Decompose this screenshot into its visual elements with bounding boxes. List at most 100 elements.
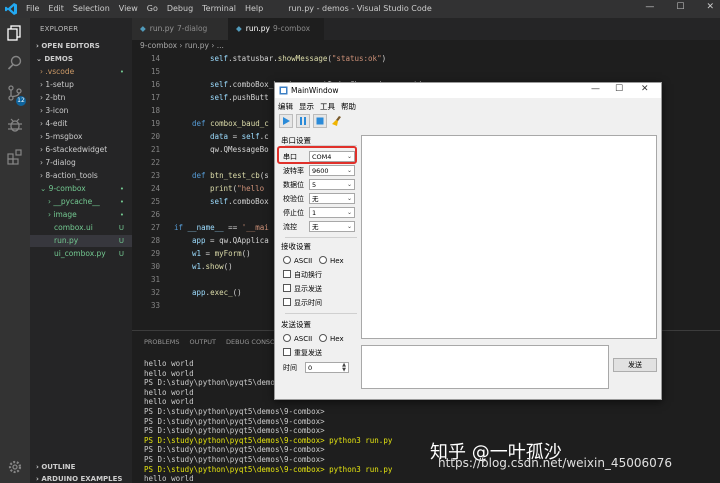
recv-hex-radio[interactable]: Hex [319, 256, 344, 265]
baud-row: 波特率 9600 ⌄ [283, 165, 357, 177]
tree-item-2-btn[interactable]: › 2-btn [30, 92, 132, 104]
tree-item-3-icon[interactable]: › 3-icon [30, 105, 132, 117]
baud-label: 波特率 [283, 167, 304, 175]
databits-select[interactable]: 5 ⌄ [309, 179, 355, 190]
minimize-icon[interactable]: — [645, 2, 654, 12]
time-spinbox[interactable]: 0 ▲ ▼ [305, 362, 349, 373]
settings-panel: 串口设置 串口 COM4 ⌄ 波特率 9600 ⌄ 数据位 5 ⌄ 校验位 无 ⌄ 停止… [279, 133, 357, 395]
tree-item-6-stackedwidget[interactable]: › 6-stackedwidget [30, 144, 132, 156]
auto-wrap-checkbox[interactable]: 自动换行 [283, 270, 322, 280]
tab-problems[interactable]: PROBLEMS [144, 338, 179, 346]
recv-settings-title: 接收设置 [281, 242, 311, 251]
stopbits-row: 停止位 1 ⌄ [283, 207, 357, 219]
activity-bar: 12 [0, 18, 30, 483]
send-settings-title: 发送设置 [281, 320, 311, 329]
play-button[interactable] [279, 114, 293, 128]
tree-item-7-dialog[interactable]: › 7-dialog [30, 157, 132, 169]
flow-select[interactable]: 无 ⌄ [309, 221, 355, 232]
tree-item-9-combox[interactable]: ⌄ 9-combox • [30, 183, 132, 195]
receive-textarea[interactable] [361, 135, 657, 339]
gear-icon[interactable] [6, 458, 24, 476]
qt-main-window: MainWindow — ☐ ✕ 编辑 显示 工具 帮助 串口设置 串口 COM… [274, 82, 662, 400]
databits-label: 数据位 [283, 181, 304, 189]
terminal-line: PS D:\study\python\pyqt5\demos\9-combox> [144, 406, 325, 416]
time-label: 时间 [283, 364, 297, 372]
vscode-titlebar: File Edit Selection View Go Debug Termin… [0, 0, 720, 18]
send-textarea[interactable] [361, 345, 609, 389]
stopbits-select[interactable]: 1 ⌄ [309, 207, 355, 218]
window-title: run.py - demos - Visual Studio Code [288, 4, 432, 13]
chevron-down-icon: ⌄ [346, 209, 352, 216]
open-editors-label: OPEN EDITORS [41, 42, 100, 50]
chevron-down-icon: ⌄ [346, 195, 352, 202]
terminal-line: PS D:\study\python\pyqt5\demos\9-combox>… [144, 464, 393, 474]
demos-section[interactable]: ⌄ DEMOS [30, 53, 132, 65]
editor-tabs: ◆ run.py 7-dialog ◆ run.py 9-combox [132, 18, 720, 40]
broom-icon [332, 116, 341, 126]
explorer-sidebar: EXPLORER › OPEN EDITORS ⌄ DEMOS › .vscod… [30, 18, 132, 483]
show-send-checkbox[interactable]: 显示发送 [283, 284, 322, 294]
flow-row: 流控 无 ⌄ [283, 221, 357, 233]
explorer-icon[interactable] [6, 24, 24, 42]
arduino-examples-section[interactable]: › ARDUINO EXAMPLES [30, 473, 132, 483]
chevron-right-icon: › [36, 42, 39, 50]
send-ascii-radio[interactable]: ASCII [283, 334, 312, 343]
parity-select[interactable]: 无 ⌄ [309, 193, 355, 204]
tree-item-1-setup[interactable]: › 1-setup [30, 79, 132, 91]
tree-item-image[interactable]: › image • [30, 209, 132, 221]
extensions-icon[interactable] [6, 148, 24, 166]
chevron-down-icon: ⌄ [36, 55, 42, 63]
outline-section[interactable]: › OUTLINE [30, 461, 132, 473]
tab-run-py-7-dialog[interactable]: ◆ run.py 7-dialog [132, 18, 228, 40]
flow-label: 流控 [283, 223, 297, 231]
qt-menu-edit[interactable]: 编辑 [278, 101, 293, 112]
tree-item-4-edit[interactable]: › 4-edit [30, 118, 132, 130]
qt-menu-help[interactable]: 帮助 [341, 101, 356, 112]
tree-item-combox-ui[interactable]: combox.ui U [30, 222, 132, 234]
show-time-checkbox[interactable]: 显示时间 [283, 298, 322, 308]
divider [285, 237, 357, 238]
chevron-down-icon: ⌄ [346, 167, 352, 174]
tree-item-ui-combox-py[interactable]: ui_combox.py U [30, 248, 132, 260]
tree-item-8-action-tools[interactable]: › 8-action_tools [30, 170, 132, 182]
play-icon [283, 117, 290, 125]
tab-output[interactable]: OUTPUT [189, 338, 216, 346]
search-icon[interactable] [6, 54, 24, 72]
watermark-url: https://blog.csdn.net/weixin_45006076 [438, 456, 673, 470]
demos-label: DEMOS [44, 55, 73, 63]
clear-button[interactable] [330, 114, 344, 128]
python-file-icon: ◆ [236, 24, 242, 33]
qt-menu-view[interactable]: 显示 [299, 101, 314, 112]
highlight-box [277, 146, 357, 164]
pause-icon [300, 117, 306, 125]
tree-item-vscode[interactable]: › .vscode • [30, 66, 132, 78]
qt-menu-tools[interactable]: 工具 [320, 101, 335, 112]
tab-debug-console[interactable]: DEBUG CONSO [226, 338, 275, 346]
qt-maximize-icon[interactable]: ☐ [615, 84, 623, 94]
baud-select[interactable]: 9600 ⌄ [309, 165, 355, 176]
tab-run-py-9-combox[interactable]: ◆ run.py 9-combox [228, 18, 324, 40]
breadcrumb[interactable]: 9-combox › run.py › ... [140, 41, 224, 50]
qt-minimize-icon[interactable]: — [591, 84, 600, 94]
tree-item-5-msgbox[interactable]: › 5-msgbox [30, 131, 132, 143]
window-controls: — ☐ ✕ [645, 2, 714, 12]
source-control-badge: 12 [16, 96, 26, 106]
recv-ascii-radio[interactable]: ASCII [283, 256, 312, 265]
close-icon[interactable]: ✕ [706, 2, 714, 12]
chevron-down-icon: ⌄ [346, 223, 352, 230]
terminal-line: PS D:\study\python\pyqt5\demos\9-combox> [144, 426, 325, 436]
repeat-send-checkbox[interactable]: 重复发送 [283, 348, 322, 358]
stopbits-label: 停止位 [283, 209, 304, 217]
qt-close-icon[interactable]: ✕ [641, 84, 649, 94]
send-button[interactable]: 发送 [613, 358, 657, 372]
tree-item-run-py[interactable]: run.py U [30, 235, 132, 247]
terminal-line: hello world [144, 474, 194, 483]
debug-icon[interactable] [6, 116, 24, 134]
explorer-title: EXPLORER [40, 25, 79, 33]
tree-item-pycache[interactable]: › __pycache__ • [30, 196, 132, 208]
open-editors-section[interactable]: › OPEN EDITORS [30, 40, 132, 52]
maximize-icon[interactable]: ☐ [676, 2, 684, 12]
stop-button[interactable] [313, 114, 327, 128]
send-hex-radio[interactable]: Hex [319, 334, 344, 343]
pause-button[interactable] [296, 114, 310, 128]
